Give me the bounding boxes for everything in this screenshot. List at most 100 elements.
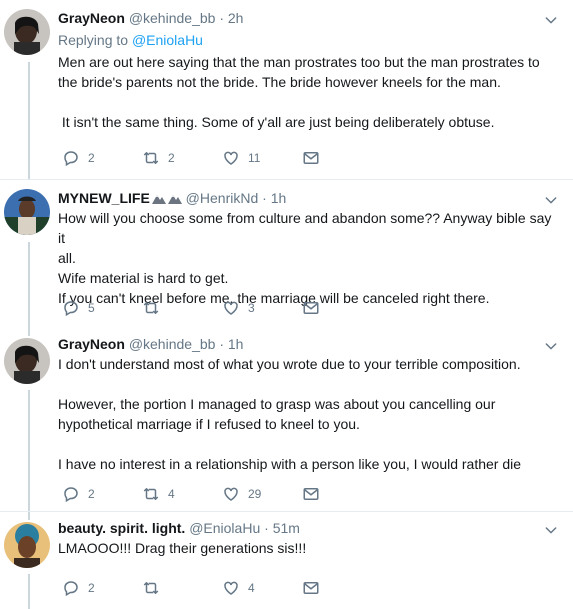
avatar[interactable] <box>4 522 50 568</box>
timestamp[interactable]: 1h <box>271 190 287 206</box>
tweet-text: Men are out here saying that the man pro… <box>58 52 557 132</box>
chevron-down-icon[interactable] <box>543 338 559 354</box>
line-break <box>58 92 557 112</box>
reply-button[interactable]: 2 <box>62 149 142 167</box>
dm-button[interactable] <box>302 149 382 167</box>
reply-button[interactable]: 5 <box>62 299 142 317</box>
heart-icon <box>222 579 240 597</box>
reply-button[interactable]: 2 <box>62 485 142 503</box>
tweet-actions: 2 4 29 <box>62 484 382 504</box>
like-count: 4 <box>248 581 255 595</box>
like-count: 29 <box>248 487 262 501</box>
tweet-line: hypothetical marriage if I refused to kn… <box>58 416 360 432</box>
reply-count: 2 <box>88 487 95 501</box>
tweet-line: the bride's parents not the bride. The b… <box>58 74 501 90</box>
retweet-count: 2 <box>168 151 175 165</box>
display-name[interactable]: MYNEW_LIFE <box>58 190 150 206</box>
tweet-header: GrayNeon @kehinde_bb · 1h <box>58 334 557 354</box>
timestamp[interactable]: 51m <box>273 520 300 536</box>
retweet-icon <box>142 485 160 503</box>
chevron-down-icon[interactable] <box>543 522 559 538</box>
envelope-icon <box>302 485 320 503</box>
dm-button[interactable] <box>302 299 382 317</box>
display-name[interactable]: beauty. spirit. light. <box>58 520 185 536</box>
dm-button[interactable] <box>302 485 382 503</box>
avatar[interactable] <box>4 9 50 55</box>
tweet-line: However, the portion I managed to grasp … <box>58 396 496 412</box>
reply-count: 5 <box>88 301 95 315</box>
separator-dot: · <box>264 520 269 536</box>
reply-icon <box>62 149 80 167</box>
mountain-emoji-icon <box>151 195 166 204</box>
tweet-content: MYNEW_LIFE @HenrikNd · 1h How will you c… <box>58 188 557 308</box>
tweet-actions: 2 2 11 <box>62 148 382 168</box>
envelope-icon <box>302 579 320 597</box>
tweet-line: LMAOOO!!! Drag their generations sis!!! <box>58 540 307 556</box>
tweet-grayneon-2[interactable]: GrayNeon @kehinde_bb · 1h I don't unders… <box>0 328 573 512</box>
tweet-line: I don't understand most of what you wrot… <box>58 356 521 372</box>
user-handle[interactable]: @kehinde_bb <box>129 336 216 352</box>
tweet-beauty-spirit-light[interactable]: beauty. spirit. light. @EniolaHu · 51m L… <box>0 512 573 609</box>
retweet-button[interactable]: 4 <box>142 485 222 503</box>
tweet-line: all. <box>58 250 76 266</box>
chevron-down-icon[interactable] <box>543 12 559 28</box>
mountain-emoji-icon <box>167 195 182 204</box>
separator-dot: · <box>219 336 224 352</box>
reply-icon <box>62 579 80 597</box>
envelope-icon <box>302 299 320 317</box>
tweet-content: beauty. spirit. light. @EniolaHu · 51m L… <box>58 518 557 558</box>
thread-line <box>28 390 30 511</box>
tweet-header: GrayNeon @kehinde_bb · 2h <box>58 8 557 28</box>
user-handle[interactable]: @kehinde_bb <box>129 10 216 26</box>
tweet-text: How will you choose some from culture an… <box>58 208 557 308</box>
separator-dot: · <box>262 190 267 206</box>
chevron-down-icon[interactable] <box>543 192 559 208</box>
tweet-text: LMAOOO!!! Drag their generations sis!!! <box>58 538 557 558</box>
tweet-line: It isn't the same thing. Some of y'all a… <box>58 114 495 130</box>
tweet-line: Wife material is hard to get. <box>58 270 229 286</box>
display-name[interactable]: GrayNeon <box>58 10 125 26</box>
tweet-line: I have no interest in a relationship wit… <box>58 456 522 472</box>
like-button[interactable]: 3 <box>222 299 302 317</box>
retweet-button[interactable] <box>142 299 222 317</box>
tweet-actions: 2 4 <box>62 578 382 598</box>
tweet-grayneon-1[interactable]: GrayNeon @kehinde_bb · 2h Replying to @E… <box>0 0 573 180</box>
retweet-button[interactable]: 2 <box>142 149 222 167</box>
user-handle[interactable]: @HenrikNd <box>186 190 259 206</box>
like-count: 11 <box>248 151 261 165</box>
like-button[interactable]: 11 <box>222 149 302 167</box>
reply-icon <box>62 299 80 317</box>
display-name[interactable]: GrayNeon <box>58 336 125 352</box>
heart-icon <box>222 299 240 317</box>
tweet-mynew-life[interactable]: MYNEW_LIFE @HenrikNd · 1h How will you c… <box>0 180 573 328</box>
user-handle[interactable]: @EniolaHu <box>189 520 260 536</box>
tweet-text: I don't understand most of what you wrot… <box>58 354 557 474</box>
tweet-content: GrayNeon @kehinde_bb · 2h Replying to @E… <box>58 8 557 132</box>
replying-to: Replying to @EniolaHu <box>58 30 557 50</box>
thread-line <box>28 574 30 609</box>
line-break <box>58 374 557 394</box>
retweet-button[interactable] <box>142 579 222 597</box>
reply-button[interactable]: 2 <box>62 579 142 597</box>
reply-icon <box>62 485 80 503</box>
dm-button[interactable] <box>302 579 382 597</box>
reply-count: 2 <box>88 151 95 165</box>
avatar[interactable] <box>4 189 50 235</box>
heart-icon <box>222 149 240 167</box>
separator-dot: · <box>219 10 224 26</box>
like-button[interactable]: 4 <box>222 579 302 597</box>
thread-line <box>28 512 30 520</box>
reply-count: 2 <box>88 581 95 595</box>
like-button[interactable]: 29 <box>222 485 302 503</box>
tweet-content: GrayNeon @kehinde_bb · 1h I don't unders… <box>58 334 557 474</box>
tweet-actions: 5 3 <box>62 298 382 318</box>
replying-to-link[interactable]: @EniolaHu <box>132 32 203 48</box>
thread-line <box>28 62 30 179</box>
timestamp[interactable]: 1h <box>228 336 244 352</box>
retweet-count: 4 <box>168 487 175 501</box>
avatar[interactable] <box>4 338 50 384</box>
thread-line <box>28 328 30 336</box>
timestamp[interactable]: 2h <box>228 10 244 26</box>
tweet-header: beauty. spirit. light. @EniolaHu · 51m <box>58 518 557 538</box>
line-break <box>58 434 557 454</box>
